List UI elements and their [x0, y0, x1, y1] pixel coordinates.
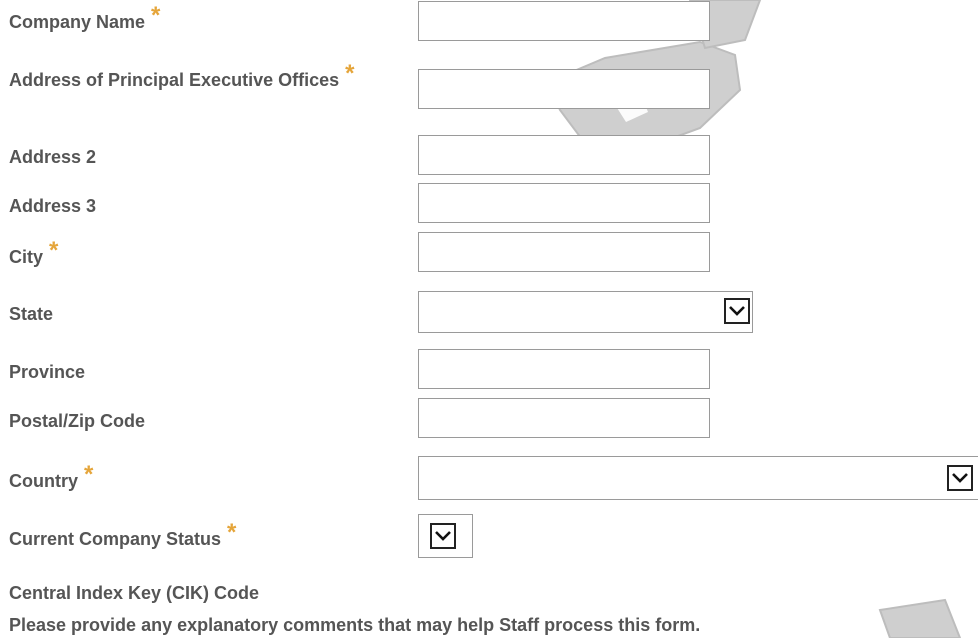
province-input[interactable]: [419, 350, 709, 388]
city-field[interactable]: [418, 232, 710, 272]
company-name-label-text: Company Name: [9, 12, 146, 32]
required-marker: *: [227, 519, 237, 546]
comments-prompt-text: Please provide any explanatory comments …: [9, 615, 701, 635]
state-label: State: [9, 303, 53, 326]
address-principal-field[interactable]: [418, 69, 710, 109]
address3-field[interactable]: [418, 183, 710, 223]
province-field[interactable]: [418, 349, 710, 389]
address3-label: Address 3: [9, 195, 96, 218]
cik-code-label: Central Index Key (CIK) Code: [9, 582, 259, 605]
province-label-text: Province: [9, 362, 86, 382]
required-marker: *: [49, 237, 59, 264]
company-name-input[interactable]: [419, 2, 709, 40]
city-label: City *: [9, 239, 58, 269]
company-name-field[interactable]: [418, 1, 710, 41]
postal-zip-label-text: Postal/Zip Code: [9, 411, 146, 431]
country-label: Country *: [9, 463, 93, 493]
company-name-label: Company Name *: [9, 4, 160, 34]
address2-field[interactable]: [418, 135, 710, 175]
province-label: Province: [9, 361, 85, 384]
company-status-select[interactable]: [418, 514, 473, 558]
state-dropdown-button[interactable]: [724, 298, 750, 324]
postal-zip-input[interactable]: [419, 399, 709, 437]
address3-input[interactable]: [419, 184, 709, 222]
address-principal-label: Address of Principal Executive Offices *: [9, 62, 369, 92]
registration-form: Company Name * Address of Principal Execu…: [0, 0, 978, 638]
state-label-text: State: [9, 304, 54, 324]
country-select[interactable]: [418, 456, 978, 500]
city-label-text: City: [9, 247, 44, 267]
chevron-down-icon: [435, 531, 451, 541]
company-status-label: Current Company Status *: [9, 521, 236, 551]
required-marker: *: [151, 2, 161, 29]
comments-prompt: Please provide any explanatory comments …: [9, 614, 700, 637]
postal-zip-label: Postal/Zip Code: [9, 410, 145, 433]
required-marker: *: [345, 60, 355, 87]
address-principal-input[interactable]: [419, 70, 709, 108]
country-dropdown-button[interactable]: [947, 465, 973, 491]
chevron-down-icon: [952, 473, 968, 483]
address2-label-text: Address 2: [9, 147, 97, 167]
state-select[interactable]: [418, 291, 753, 333]
company-status-label-text: Current Company Status: [9, 529, 222, 549]
cik-code-label-text: Central Index Key (CIK) Code: [9, 583, 260, 603]
city-input[interactable]: [419, 233, 709, 271]
postal-zip-field[interactable]: [418, 398, 710, 438]
address2-input[interactable]: [419, 136, 709, 174]
address-principal-label-text: Address of Principal Executive Offices: [9, 70, 340, 90]
address3-label-text: Address 3: [9, 196, 97, 216]
company-status-dropdown-button[interactable]: [430, 523, 456, 549]
country-label-text: Country: [9, 471, 78, 491]
address2-label: Address 2: [9, 146, 96, 169]
required-marker: *: [84, 461, 94, 488]
chevron-down-icon: [729, 306, 745, 316]
